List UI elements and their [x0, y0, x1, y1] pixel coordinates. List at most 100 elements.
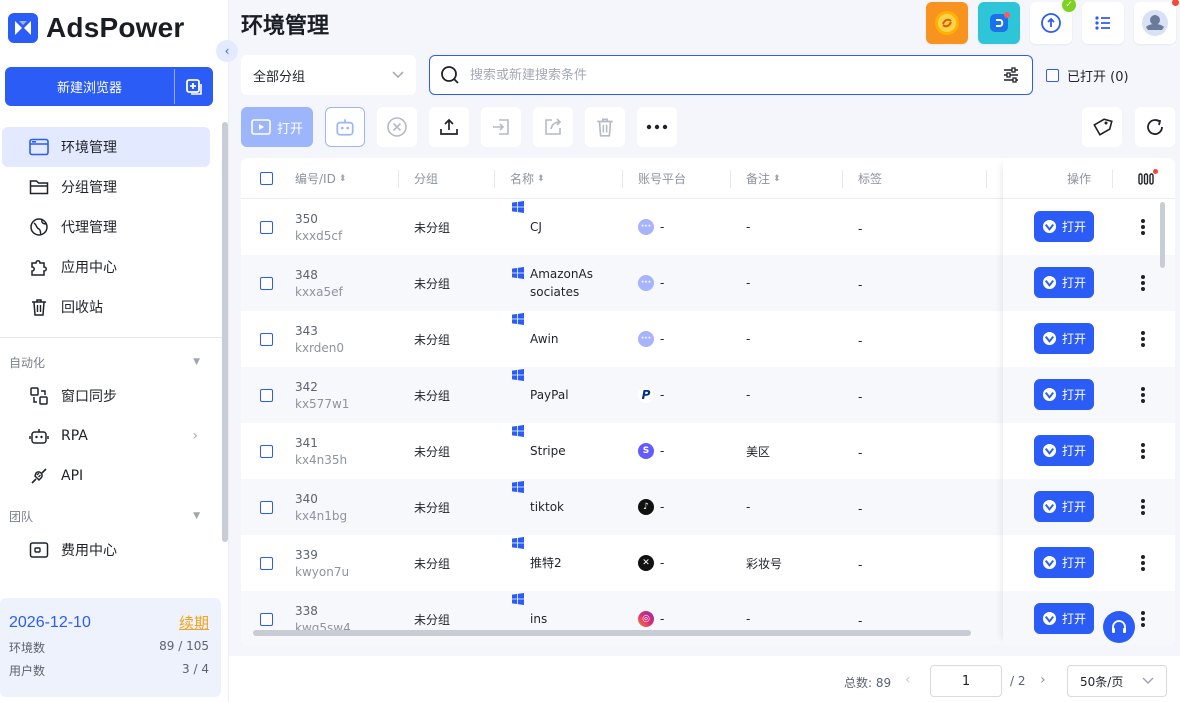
tag-button[interactable] [1082, 107, 1122, 147]
column-header-name[interactable]: 名称 ⬍ [510, 158, 545, 199]
id-cell: 342 kx577w1 [295, 367, 349, 423]
sidebar-item-proxy-management[interactable]: 代理管理 [2, 207, 210, 247]
user-count-value: 3 / 4 [182, 662, 209, 676]
sidebar-item-billing[interactable]: 费用中心 [2, 530, 210, 570]
page-size-select[interactable]: 50条/页 [1067, 665, 1167, 697]
profile-id: kxxa5ef [295, 284, 343, 299]
row-select-cell [260, 311, 273, 367]
rpa-button[interactable] [325, 107, 365, 147]
renew-link[interactable]: 续期 [179, 612, 209, 633]
headset-icon [1112, 620, 1126, 633]
caret-down-icon: ▼ [193, 357, 200, 367]
close-selected-button[interactable] [377, 107, 417, 147]
tags-cell: - [858, 614, 863, 628]
row-checkbox[interactable] [260, 444, 273, 458]
column-header-remark[interactable]: 备注 ⬍ [746, 158, 781, 199]
row-select-cell [260, 367, 273, 423]
sidebar: AdsPower 新建浏览器 环境管理 分组管理 代理管理 应用中心 回收站 自… [0, 0, 229, 702]
opened-only-filter[interactable]: 已打开 (0) [1046, 66, 1129, 85]
collapse-sidebar-button[interactable]: ‹ [216, 40, 238, 62]
delete-button[interactable] [585, 107, 625, 147]
prev-page-icon[interactable]: ‹ [905, 672, 911, 688]
pagination-bar [229, 656, 1180, 702]
profile-id: kx4n35h [295, 452, 348, 467]
windows-icon [512, 537, 524, 549]
profile-number: 341 [295, 435, 318, 450]
next-page-icon[interactable]: › [1040, 672, 1046, 688]
table-horizontal-scrollbar[interactable] [253, 630, 971, 636]
tags-cell: - [858, 278, 863, 292]
trash-icon [597, 118, 613, 137]
sidebar-item-group-management[interactable]: 分组管理 [2, 167, 210, 207]
id-cell: 340 kx4n1bg [295, 479, 347, 535]
app-badge-icon [990, 12, 1010, 32]
row-checkbox[interactable] [260, 332, 273, 346]
share-button[interactable] [533, 107, 573, 147]
page-number-input[interactable]: 1 [930, 665, 1002, 697]
remark-cell: - [746, 276, 751, 290]
sidebar-item-recycle-bin[interactable]: 回收站 [2, 287, 210, 327]
table-vertical-scrollbar[interactable] [1160, 202, 1165, 268]
row-checkbox[interactable] [260, 276, 273, 290]
row-select-cell [260, 479, 273, 535]
billing-icon [28, 539, 50, 561]
row-checkbox[interactable] [260, 220, 273, 234]
import-button[interactable] [481, 107, 521, 147]
sidebar-item-rpa[interactable]: RPA › [2, 416, 210, 456]
sidebar-item-label: 分组管理 [61, 180, 117, 196]
column-header-id[interactable]: 编号/ID ⬍ [295, 158, 346, 199]
platform-cell: ··· - [638, 255, 664, 311]
add-profile-button[interactable] [175, 67, 213, 106]
ops-column-panel [1003, 158, 1175, 645]
windows-icon [512, 425, 524, 437]
sidebar-item-app-center[interactable]: 应用中心 [2, 247, 210, 287]
close-circle-icon [387, 117, 407, 137]
profile-number: 340 [295, 491, 318, 506]
refresh-button[interactable] [1135, 107, 1175, 147]
group-filter-select[interactable]: 全部分组 [241, 55, 416, 95]
more-actions-button[interactable] [637, 107, 677, 147]
platform-generic-icon: ··· [638, 275, 654, 291]
sidebar-item-api[interactable]: API [2, 456, 210, 496]
paypal-icon: P [638, 387, 654, 403]
windows-icon [512, 313, 524, 325]
sidebar-item-window-sync[interactable]: 窗口同步 [2, 376, 210, 416]
select-all-checkbox[interactable] [260, 172, 273, 185]
row-checkbox[interactable] [260, 612, 273, 626]
download-app-button[interactable] [978, 2, 1020, 44]
env-count-value: 89 / 105 [159, 639, 209, 653]
new-browser-button[interactable]: 新建浏览器 [5, 67, 174, 106]
task-list-button[interactable] [1082, 2, 1124, 44]
user-count-label: 用户数 [9, 664, 46, 678]
section-header-team[interactable]: 团队 ▼ [0, 502, 222, 530]
upload-sync-button[interactable]: ✓ [1030, 0, 1076, 44]
filter-settings-icon[interactable] [1002, 66, 1020, 84]
section-header-automation[interactable]: 自动化 ▼ [0, 348, 222, 376]
refresh-icon [1147, 119, 1163, 135]
toolbar: 打开 [241, 107, 677, 147]
customer-support-button[interactable] [1103, 611, 1135, 643]
sidebar-scrollbar[interactable] [222, 122, 228, 542]
row-checkbox[interactable] [260, 556, 273, 570]
profile-number: 350 [295, 211, 318, 226]
user-avatar-button[interactable] [1134, 0, 1179, 44]
sidebar-item-env-management[interactable]: 环境管理 [2, 127, 210, 167]
row-checkbox[interactable] [260, 500, 273, 514]
upload-button[interactable] [429, 107, 469, 147]
name-cell: CJ [512, 199, 542, 255]
profile-id: kx4n1bg [295, 508, 348, 523]
coin-rewards-button[interactable] [926, 2, 968, 44]
opened-only-checkbox[interactable] [1046, 69, 1059, 82]
open-selected-button[interactable]: 打开 [241, 107, 313, 147]
notification-dot [1172, 0, 1179, 6]
id-cell: 339 kwyon7u [295, 535, 349, 591]
column-label: 标签 [858, 172, 883, 186]
profile-name: CJ [530, 220, 542, 234]
row-checkbox[interactable] [260, 388, 273, 402]
profile-id: kxrden0 [295, 340, 345, 355]
platform-cell: ··· - [638, 311, 664, 367]
tags-cell: - [858, 390, 863, 404]
column-header-group: 分组 [414, 158, 438, 199]
search-input[interactable] [470, 67, 992, 83]
name-cell: Stripe [512, 423, 566, 479]
